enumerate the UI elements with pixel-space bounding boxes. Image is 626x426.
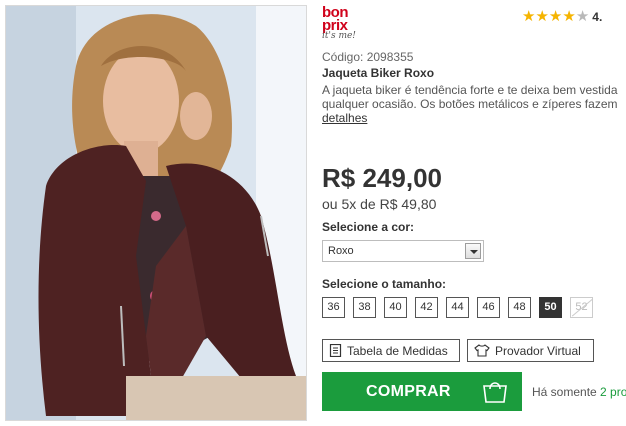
size-chart-button[interactable]: Tabela de Medidas	[322, 339, 460, 362]
stock-count: 2 pro	[600, 385, 626, 399]
product-photo-illustration	[6, 6, 306, 420]
product-name: Jaqueta Biker Roxo	[322, 66, 435, 80]
document-icon	[329, 344, 342, 357]
stock-prefix: Há somente	[532, 385, 597, 399]
chevron-down-icon[interactable]	[465, 243, 481, 259]
brand-tagline: it's me!	[322, 31, 356, 41]
virtual-fitting-button[interactable]: Provador Virtual	[467, 339, 594, 362]
star-icon: ★	[535, 8, 549, 25]
rating[interactable]: ★ ★ ★ ★ ★ 4.	[522, 9, 602, 24]
size-option[interactable]: 48	[508, 297, 531, 318]
size-option[interactable]: 38	[353, 297, 376, 318]
virtual-fitting-label: Provador Virtual	[495, 343, 581, 358]
color-select[interactable]: Roxo	[322, 240, 484, 262]
size-option[interactable]: 40	[384, 297, 407, 318]
star-icon: ★	[522, 8, 536, 25]
product-code: Código: 2098355	[322, 50, 414, 64]
brand-logo[interactable]: bon prix it's me!	[322, 4, 366, 46]
description-line: qualquer ocasião. Os botões metálicos e …	[322, 97, 618, 111]
rating-value: 4.	[592, 9, 603, 24]
shirt-icon	[474, 344, 490, 357]
size-option[interactable]: 36	[322, 297, 345, 318]
size-option[interactable]: 44	[446, 297, 469, 318]
size-option[interactable]: 42	[415, 297, 438, 318]
product-image[interactable]	[5, 5, 307, 421]
brand-logo-text: bon prix	[322, 4, 349, 34]
size-option-unavailable: 52	[570, 297, 593, 318]
size-label: Selecione o tamanho:	[322, 277, 447, 291]
size-chart-label: Tabela de Medidas	[347, 343, 448, 358]
buy-button-label: COMPRAR	[366, 383, 451, 400]
star-empty-icon: ★	[575, 8, 590, 25]
shopping-bag-icon	[483, 382, 507, 403]
installments: ou 5x de R$ 49,80	[322, 196, 437, 212]
color-label: Selecione a cor:	[322, 220, 415, 234]
size-option[interactable]: 46	[477, 297, 500, 318]
product-description: A jaqueta biker é tendência forte e te d…	[322, 83, 626, 125]
color-select-value: Roxo	[328, 245, 354, 257]
size-option-selected[interactable]: 50	[539, 297, 562, 318]
description-line: A jaqueta biker é tendência forte e te d…	[322, 83, 618, 97]
star-icon: ★	[562, 8, 576, 25]
product-price: R$ 249,00	[322, 163, 442, 193]
star-icon: ★	[548, 8, 563, 25]
buy-button[interactable]: COMPRAR	[322, 372, 522, 411]
size-options: 36 38 40 42 44 46 48 50 52	[322, 297, 601, 318]
stock-notice: Há somente 2 pro	[532, 385, 626, 399]
details-link[interactable]: detalhes	[322, 111, 367, 125]
